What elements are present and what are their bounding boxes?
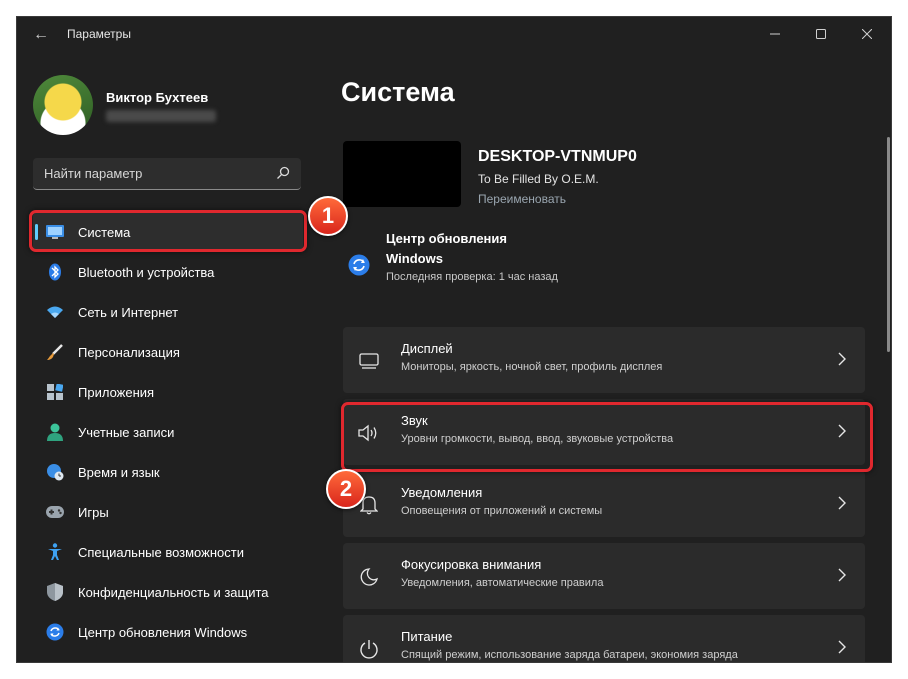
search-input[interactable]: Найти параметр xyxy=(33,158,301,190)
device-model: To Be Filled By O.E.M. xyxy=(478,172,599,186)
apps-icon xyxy=(45,382,65,402)
card-title: Дисплей xyxy=(401,341,453,356)
wifi-icon xyxy=(45,302,65,322)
update-status-title[interactable]: Центр обновления Windows xyxy=(386,229,546,269)
settings-card-power[interactable]: Питание Спящий режим, использование заря… xyxy=(343,615,865,662)
card-subtitle: Оповещения от приложений и системы xyxy=(401,505,603,517)
user-email-blurred xyxy=(106,110,216,122)
sidebar-item-bluetooth[interactable]: Bluetooth и устройства xyxy=(33,252,303,292)
chevron-right-icon xyxy=(838,640,846,654)
highlight-frame-system xyxy=(29,210,307,252)
sidebar-item-label: Конфиденциальность и защита xyxy=(78,584,269,600)
user-name: Виктор Бухтеев xyxy=(106,90,209,105)
maximize-icon[interactable] xyxy=(798,17,844,51)
card-subtitle: Спящий режим, использование заряда батар… xyxy=(401,649,738,661)
chevron-right-icon xyxy=(838,352,846,366)
search-placeholder: Найти параметр xyxy=(44,166,143,181)
rename-link[interactable]: Переименовать xyxy=(478,192,566,206)
sidebar-item-label: Время и язык xyxy=(78,464,160,480)
device-name: DESKTOP-VTNMUP0 xyxy=(478,148,637,165)
settings-card-focus-assist[interactable]: Фокусировка внимания Уведомления, автома… xyxy=(343,543,865,609)
step-badge-1: 1 xyxy=(308,196,348,236)
sidebar-item-privacy[interactable]: Конфиденциальность и защита xyxy=(33,572,303,612)
card-title: Уведомления xyxy=(401,485,483,500)
device-thumbnail xyxy=(343,141,461,207)
settings-card-display[interactable]: Дисплей Мониторы, яркость, ночной свет, … xyxy=(343,327,865,393)
card-title: Фокусировка внимания xyxy=(401,557,542,572)
title-bar: ← Параметры xyxy=(17,17,891,53)
chevron-right-icon xyxy=(838,568,846,582)
sidebar-item-label: Учетные записи xyxy=(78,424,175,440)
accessibility-icon xyxy=(45,542,65,562)
sidebar-item-accessibility[interactable]: Специальные возможности xyxy=(33,532,303,572)
settings-window: ← Параметры Виктор Бухтеев Найти парамет… xyxy=(16,16,892,663)
bluetooth-icon xyxy=(45,262,65,282)
shield-icon xyxy=(45,582,65,602)
sidebar-item-time-language[interactable]: Время и язык xyxy=(33,452,303,492)
power-icon xyxy=(358,638,380,660)
minimize-icon[interactable] xyxy=(752,17,798,51)
update-status-subtitle: Последняя проверка: 1 час назад xyxy=(386,271,558,283)
search-icon xyxy=(277,166,290,179)
sidebar-item-label: Приложения xyxy=(78,384,155,400)
account-icon xyxy=(45,422,65,442)
windows-update-icon xyxy=(45,622,65,642)
page-title: Система xyxy=(341,77,455,107)
gamepad-icon xyxy=(45,502,65,522)
card-subtitle: Мониторы, яркость, ночной свет, профиль … xyxy=(401,361,663,373)
highlight-frame-sound xyxy=(341,402,873,472)
sidebar-item-windows-update[interactable]: Центр обновления Windows xyxy=(33,612,303,652)
sidebar-item-personalization[interactable]: Персонализация xyxy=(33,332,303,372)
sidebar-item-network[interactable]: Сеть и Интернет xyxy=(33,292,303,332)
sidebar-item-label: Центр обновления Windows xyxy=(78,624,248,640)
brush-icon xyxy=(45,342,65,362)
sidebar-item-label: Сеть и Интернет xyxy=(78,304,179,320)
globe-clock-icon xyxy=(45,462,65,482)
sidebar-item-apps[interactable]: Приложения xyxy=(33,372,303,412)
sidebar-item-label: Персонализация xyxy=(78,344,180,360)
sidebar-nav: Система Bluetooth и устройства Сеть и Ин… xyxy=(33,212,303,652)
avatar[interactable] xyxy=(33,75,93,135)
chevron-right-icon xyxy=(838,496,846,510)
window-title: Параметры xyxy=(67,27,131,41)
step-badge-2: 2 xyxy=(326,469,366,509)
sidebar-item-label: Bluetooth и устройства xyxy=(78,264,215,280)
back-arrow-icon[interactable]: ← xyxy=(31,26,51,44)
monitor-icon xyxy=(358,350,380,372)
sidebar-item-gaming[interactable]: Игры xyxy=(33,492,303,532)
scrollbar-thumb[interactable] xyxy=(887,137,890,352)
sidebar-item-accounts[interactable]: Учетные записи xyxy=(33,412,303,452)
sidebar-item-label: Специальные возможности xyxy=(78,544,244,560)
windows-update-status-icon xyxy=(348,254,370,276)
close-icon[interactable] xyxy=(844,17,890,51)
card-subtitle: Уведомления, автоматические правила xyxy=(401,577,604,589)
card-title: Питание xyxy=(401,629,453,644)
sidebar-item-label: Игры xyxy=(78,504,109,520)
moon-icon xyxy=(358,566,380,588)
settings-card-notifications[interactable]: Уведомления Оповещения от приложений и с… xyxy=(343,471,865,537)
